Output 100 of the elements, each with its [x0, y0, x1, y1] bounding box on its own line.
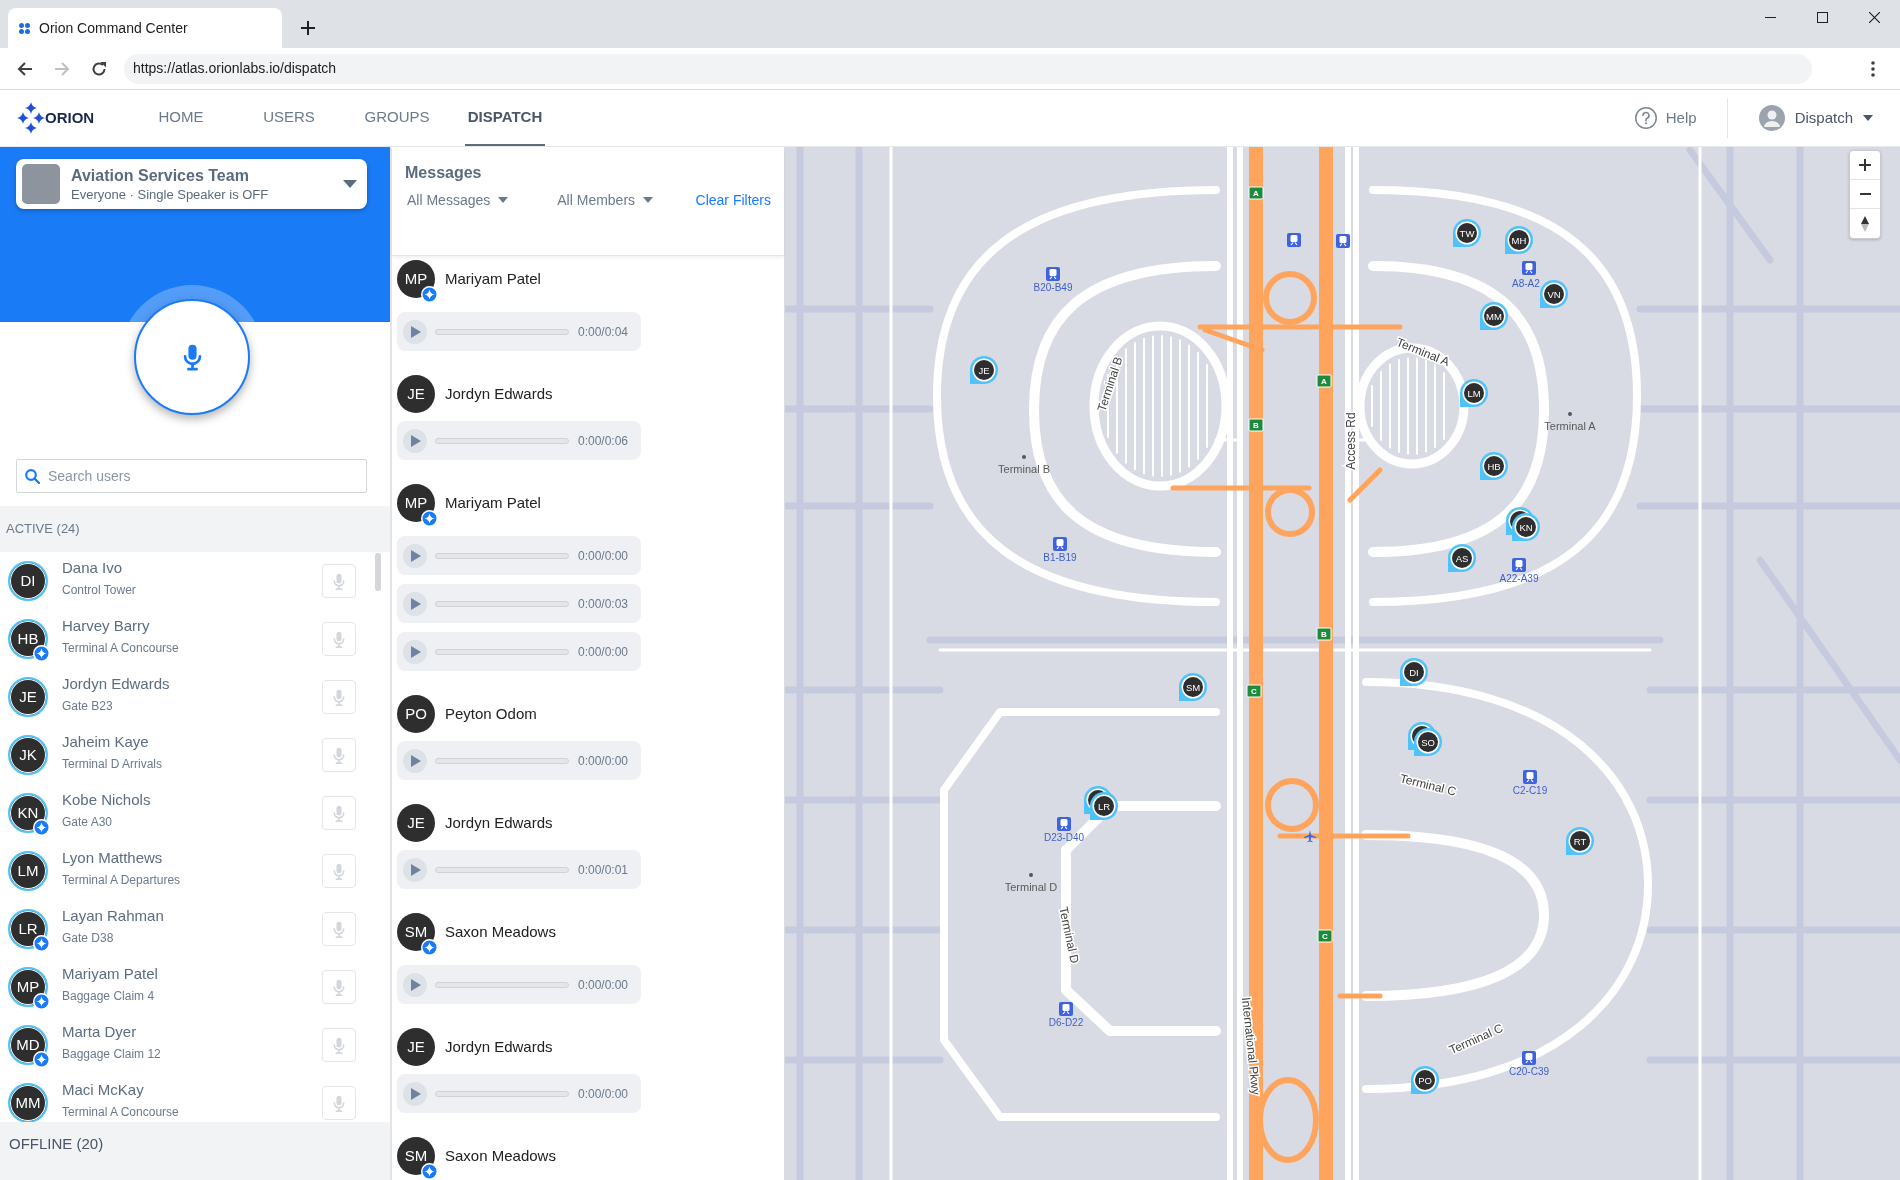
audio-time: 0:00/0:01 [578, 861, 629, 879]
search-field[interactable]: Search users [16, 459, 367, 493]
road-label: Access Rd [1344, 412, 1358, 470]
audio-progress-track[interactable] [435, 328, 569, 335]
filter-dropdown[interactable]: All Members [557, 189, 654, 211]
talk-button[interactable] [322, 564, 356, 598]
plus-icon[interactable] [301, 21, 315, 35]
user-location-pin[interactable]: PO [1411, 1066, 1439, 1094]
talk-button[interactable] [322, 738, 356, 772]
station-label: B1-B19 [1043, 552, 1077, 563]
user-avatar: JE [8, 677, 48, 717]
sender-name: Mariyam Patel [445, 492, 541, 513]
maximize-icon[interactable] [1816, 11, 1828, 23]
talk-button[interactable] [322, 680, 356, 714]
play-button[interactable] [403, 319, 427, 344]
user-location-pin[interactable]: SM [1179, 673, 1207, 701]
push-to-talk-button[interactable] [134, 299, 250, 415]
play-icon [411, 549, 421, 562]
station-label: D23-D40 [1044, 832, 1084, 843]
audio-progress-track[interactable] [435, 866, 569, 873]
play-button[interactable] [403, 748, 427, 773]
user-location-pin[interactable]: LM [1460, 379, 1488, 407]
microphone-icon [333, 630, 345, 648]
train-station-icon [1287, 233, 1301, 247]
talk-button[interactable] [322, 912, 356, 946]
user-location: Gate B23 [62, 699, 114, 714]
play-icon [411, 645, 421, 658]
audio-time: 0:00/0:00 [578, 547, 629, 565]
user-location-pin[interactable]: JE [970, 356, 998, 384]
nav-tab[interactable]: HOME [141, 90, 221, 146]
user-location: Gate D38 [62, 931, 115, 946]
road-label: International Pkwy [1238, 996, 1264, 1096]
account-menu[interactable]: Dispatch [1758, 105, 1873, 131]
audio-progress-track[interactable] [435, 552, 569, 559]
reload-icon[interactable] [91, 60, 107, 77]
play-button[interactable] [403, 972, 427, 997]
play-button[interactable] [403, 428, 427, 453]
browser-tab[interactable]: Orion Command Center [8, 8, 282, 48]
play-button[interactable] [403, 857, 427, 882]
play-button[interactable] [403, 543, 427, 568]
play-button[interactable] [403, 639, 427, 664]
audio-time: 0:00/0:00 [578, 976, 629, 994]
talk-button[interactable] [322, 1028, 356, 1062]
train-station-icon [1046, 267, 1060, 281]
kebab-menu-icon[interactable] [1871, 60, 1875, 77]
user-avatar: LM [8, 851, 48, 891]
play-icon [411, 597, 421, 610]
user-location: Terminal A Concourse [62, 1105, 179, 1120]
close-icon[interactable] [1868, 11, 1880, 23]
audio-progress-track[interactable] [435, 981, 569, 988]
scrollbar[interactable] [375, 553, 381, 591]
talk-button[interactable] [322, 796, 356, 830]
address-bar[interactable]: https://atlas.orionlabs.io/dispatch [124, 53, 1812, 84]
play-icon [411, 978, 421, 991]
audio-progress-track[interactable] [435, 1090, 569, 1097]
user-location-pin[interactable]: RT [1566, 827, 1594, 855]
group-selector[interactable]: Aviation Services Team Everyone · Single Speaker is OFF [16, 159, 367, 209]
station-label: A22-A39 [1499, 573, 1539, 584]
nav-tab[interactable]: USERS [249, 90, 329, 146]
user-location-pin[interactable]: TW [1453, 219, 1481, 247]
road-label: Terminal C [1398, 771, 1458, 799]
search-icon [25, 469, 40, 484]
forward-arrow-icon[interactable] [54, 60, 70, 77]
panel-title: Messages [405, 163, 483, 183]
audio-progress-track[interactable] [435, 600, 569, 607]
user-location-pin[interactable]: DI [1400, 658, 1428, 686]
user-name: Kobe Nichols [62, 790, 151, 810]
help-button[interactable]: Help [1634, 106, 1697, 130]
microphone-icon [333, 572, 345, 590]
four-dots-icon [19, 22, 30, 34]
play-icon [411, 754, 421, 767]
audio-progress-track[interactable] [435, 648, 569, 655]
talk-button[interactable] [322, 1086, 356, 1120]
filter-dropdown[interactable]: All Messages [407, 189, 509, 211]
clear-filters-link[interactable]: Clear Filters [695, 189, 771, 211]
microphone-icon [333, 1036, 345, 1054]
sender-avatar: JE [397, 804, 435, 842]
user-location-pin[interactable]: VN [1540, 280, 1568, 308]
play-button[interactable] [403, 591, 427, 616]
section-header: OFFLINE (20) [0, 1122, 390, 1180]
audio-progress-track[interactable] [435, 757, 569, 764]
microphone-icon [333, 804, 345, 822]
sender-avatar: MP [397, 484, 435, 522]
minimize-icon[interactable] [1764, 16, 1776, 18]
train-station-icon [1336, 234, 1350, 248]
talk-button[interactable] [322, 970, 356, 1004]
user-name: Harvey Barry [62, 616, 151, 636]
talk-button[interactable] [322, 622, 356, 656]
road-label: Terminal D [1056, 905, 1082, 965]
user-location-pin[interactable]: HB [1480, 452, 1508, 480]
back-arrow-icon[interactable] [17, 60, 33, 77]
user-location-pin[interactable]: MM [1480, 302, 1508, 330]
talk-button[interactable] [322, 854, 356, 888]
audio-progress-track[interactable] [435, 437, 569, 444]
nav-tab[interactable]: GROUPS [357, 90, 437, 146]
play-button[interactable] [403, 1081, 427, 1106]
sender-name: Peyton Odom [445, 703, 537, 724]
user-location-pin[interactable]: MH [1505, 226, 1533, 254]
microphone-icon [333, 688, 345, 706]
user-location-pin[interactable]: AS [1448, 544, 1476, 572]
